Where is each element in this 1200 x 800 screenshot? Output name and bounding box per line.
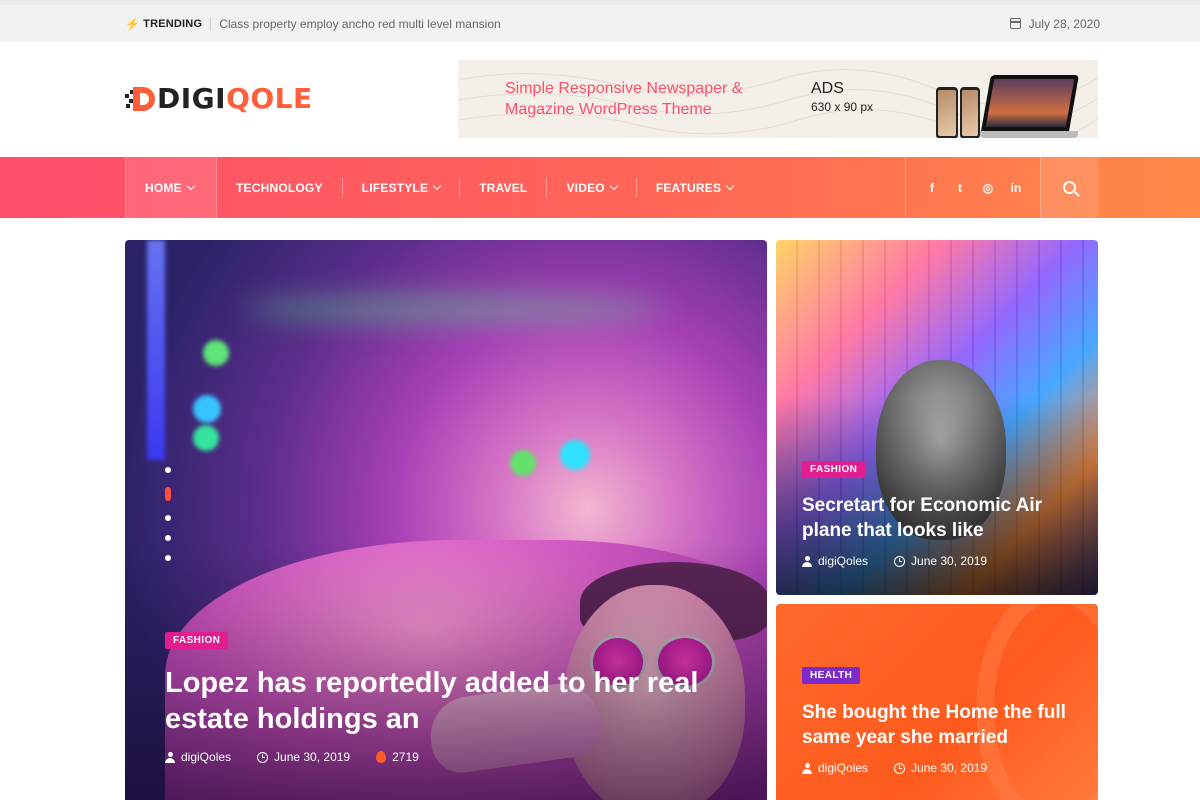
phone-image: [960, 87, 980, 138]
user-icon: [802, 555, 812, 567]
chevron-down-icon: [609, 181, 619, 190]
trending-label: ⚡ TRENDING: [125, 16, 203, 31]
divider: [210, 16, 212, 31]
post-date: June 30, 2019: [911, 761, 988, 775]
hero-post-meta: digiQoles June 30, 2019 2719: [165, 750, 419, 764]
laptop-base: [980, 131, 1078, 138]
slider-dot[interactable]: [165, 467, 171, 473]
hero-image-detail: [510, 450, 536, 476]
logo-text-part1: DIGI: [157, 82, 227, 115]
calendar-icon: [1009, 18, 1021, 29]
side-post-meta: digiQoles June 30, 2019: [802, 761, 987, 775]
twitter-icon[interactable]: t: [953, 181, 967, 195]
clock-icon: [894, 762, 906, 774]
hero-image-detail: [203, 340, 229, 366]
chevron-down-icon: [432, 181, 442, 190]
nav-item-lifestyle[interactable]: LIFESTYLE: [343, 157, 459, 218]
side-post-card[interactable]: FASHION Secretart for Economic Air plane…: [776, 240, 1098, 595]
logo-mark-icon: [125, 84, 157, 114]
nav-item-home[interactable]: HOME: [125, 157, 217, 218]
hero-image-detail: [560, 440, 590, 470]
post-author[interactable]: digiQoles: [818, 761, 868, 775]
fire-icon: [376, 751, 387, 763]
hero-image-detail: [193, 425, 219, 451]
side-post-title[interactable]: Secretart for Economic Air plane that lo…: [802, 493, 1082, 543]
post-views: 2719: [392, 750, 419, 764]
bolt-icon: ⚡: [125, 16, 141, 31]
top-bar: ⚡ TRENDING Class property employ ancho r…: [0, 0, 1200, 42]
clock-icon: [894, 555, 906, 567]
nav-item-travel[interactable]: TRAVEL: [460, 157, 546, 218]
current-date: July 28, 2020: [1009, 17, 1100, 31]
search-button[interactable]: [1040, 157, 1098, 218]
phone-image: [936, 87, 958, 138]
post-date: June 30, 2019: [911, 554, 988, 568]
post-date: June 30, 2019: [274, 750, 351, 764]
chevron-down-icon: [186, 181, 196, 190]
category-badge-fashion[interactable]: FASHION: [802, 461, 866, 478]
site-header: DIGIQOLE Simple Responsive Newspaper & M…: [0, 42, 1200, 157]
trending-headline-link[interactable]: Class property employ ancho red multi le…: [219, 17, 500, 31]
nav-item-features[interactable]: FEATURES: [637, 157, 752, 218]
linkedin-icon[interactable]: in: [1009, 181, 1023, 195]
laptop-image: [981, 75, 1079, 131]
slider-dot-active[interactable]: [165, 487, 171, 501]
featured-post-hero[interactable]: FASHION Lopez has reportedly added to he…: [125, 240, 767, 800]
category-badge-fashion[interactable]: FASHION: [165, 632, 229, 649]
ad-headline: Simple Responsive Newspaper & Magazine W…: [505, 80, 743, 118]
user-icon: [802, 762, 812, 774]
slider-pagination: [165, 467, 171, 561]
post-author[interactable]: digiQoles: [181, 750, 231, 764]
facebook-icon[interactable]: f: [925, 181, 939, 195]
hero-post-title[interactable]: Lopez has reportedly added to her real e…: [165, 665, 745, 737]
slider-dot[interactable]: [165, 515, 171, 521]
post-author[interactable]: digiQoles: [818, 554, 868, 568]
clock-icon: [257, 751, 269, 763]
slider-dot[interactable]: [165, 535, 171, 541]
site-logo[interactable]: DIGIQOLE: [125, 82, 313, 116]
hero-image-detail: [147, 240, 165, 460]
side-post-card[interactable]: HEALTH She bought the Home the full same…: [776, 604, 1098, 800]
hero-image-detail: [245, 295, 665, 323]
main-navigation: HOME TECHNOLOGY LIFESTYLE TRAVEL VIDEO F…: [0, 157, 1200, 218]
hero-image-detail: [193, 395, 221, 423]
ad-label: ADS: [811, 80, 844, 97]
side-post-meta: digiQoles June 30, 2019: [802, 554, 987, 568]
chevron-down-icon: [725, 181, 735, 190]
category-badge-health[interactable]: HEALTH: [802, 667, 861, 684]
ad-size: 630 x 90 px: [811, 100, 874, 114]
search-icon: [1063, 181, 1076, 194]
slider-dot[interactable]: [165, 555, 171, 561]
logo-text-part2: QOLE: [226, 82, 313, 115]
user-icon: [165, 751, 175, 763]
instagram-icon[interactable]: ◎: [981, 181, 995, 195]
side-post-title[interactable]: She bought the Home the full same year s…: [802, 700, 1082, 750]
ad-banner[interactable]: Simple Responsive Newspaper & Magazine W…: [458, 60, 1098, 138]
nav-item-video[interactable]: VIDEO: [547, 157, 635, 218]
nav-item-technology[interactable]: TECHNOLOGY: [217, 157, 342, 218]
